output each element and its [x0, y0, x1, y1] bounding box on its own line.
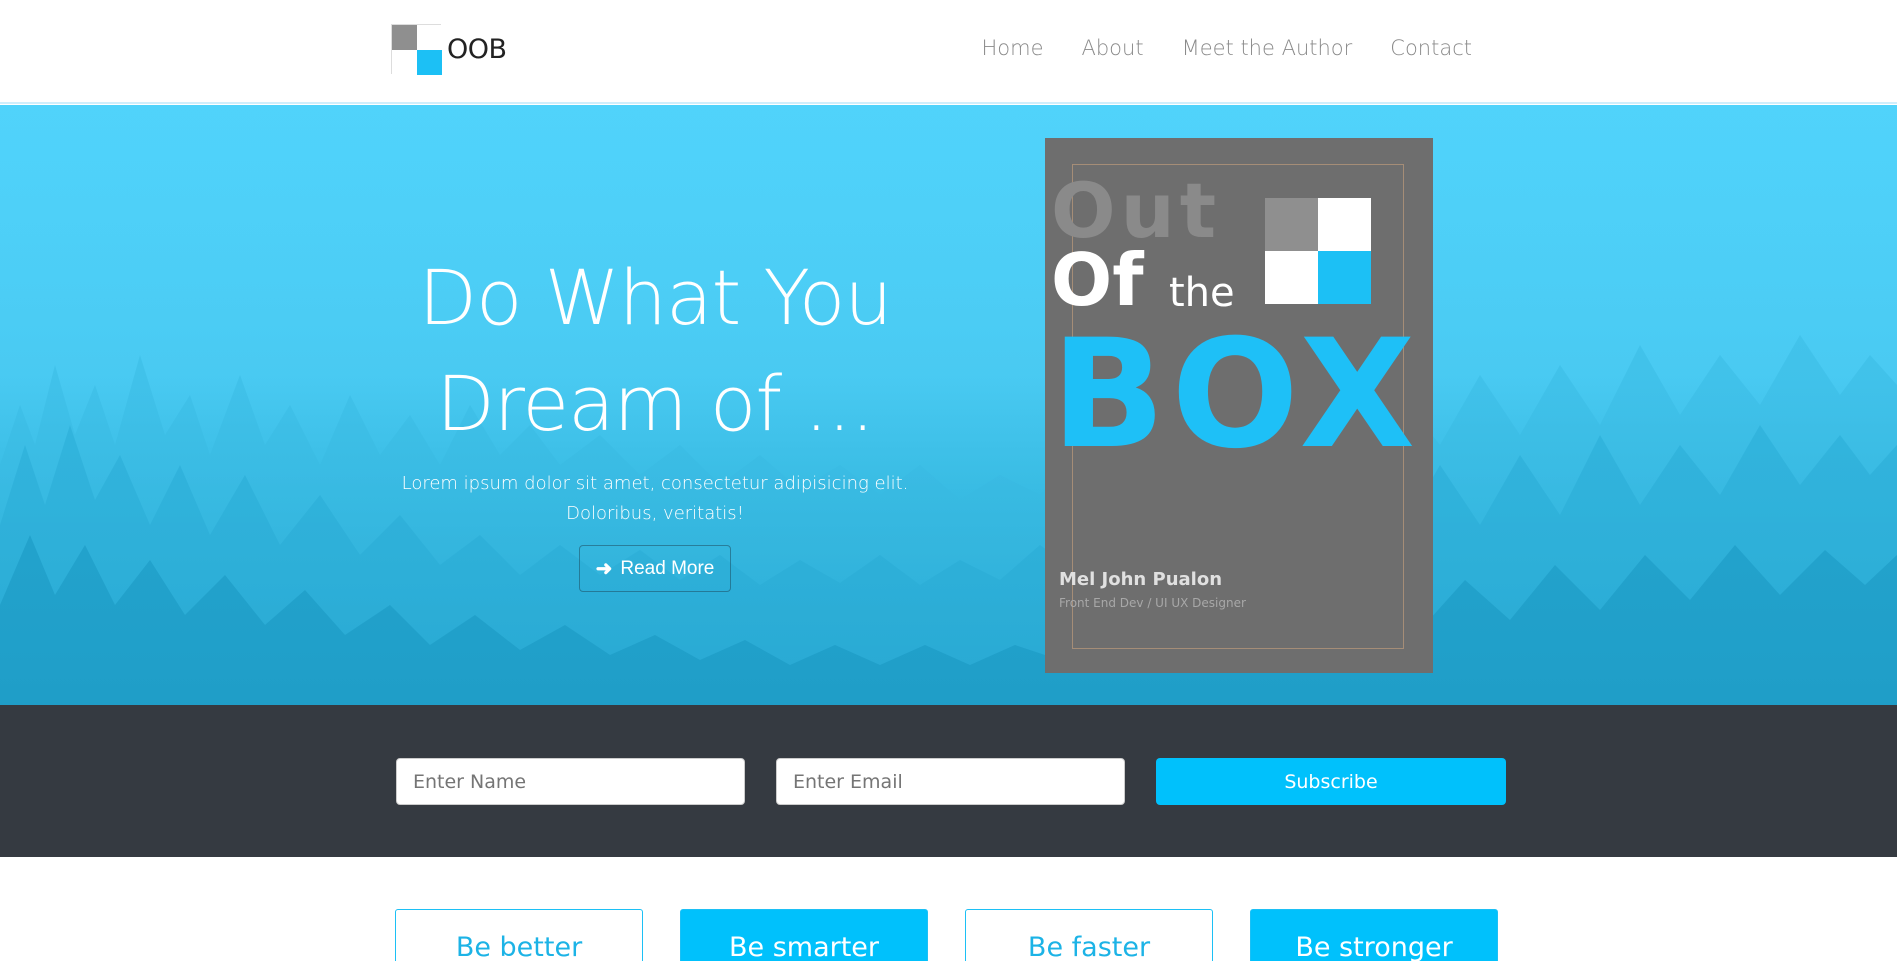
hero-title: Do What You Dream of ... — [370, 245, 940, 457]
book-cover-image: Out Of the BOX Mel John Pualon Front End… — [1045, 138, 1433, 673]
forest-background-image — [0, 105, 1897, 705]
arrow-right-icon: ➜ — [595, 558, 613, 580]
book-title-box: BOX — [1051, 308, 1422, 482]
nav-item-home[interactable]: Home — [981, 36, 1043, 60]
navbar: OOB Home About Meet the Author Contact — [0, 0, 1897, 104]
book-author-role: Front End Dev / UI UX Designer — [1059, 596, 1246, 610]
logo-squares-icon — [391, 24, 442, 75]
read-more-label: Read More — [620, 557, 715, 579]
feature-card-be-smarter[interactable]: Be smarter — [680, 909, 928, 961]
features-section: Be better Be smarter Be faster Be strong… — [0, 857, 1897, 961]
book-author-name: Mel John Pualon — [1059, 569, 1223, 590]
email-input[interactable] — [776, 758, 1125, 805]
book-logo-squares-icon — [1265, 198, 1371, 304]
brand-name: OOB — [447, 33, 507, 65]
nav-item-contact[interactable]: Contact — [1390, 36, 1472, 60]
subscribe-section: Subscribe — [0, 705, 1897, 857]
nav-menu: Home About Meet the Author Contact — [981, 36, 1472, 60]
feature-card-be-faster[interactable]: Be faster — [965, 909, 1213, 961]
feature-card-be-better[interactable]: Be better — [395, 909, 643, 961]
hero-title-line-2: Dream of ... — [436, 359, 875, 448]
subscribe-button[interactable]: Subscribe — [1156, 758, 1506, 805]
nav-item-about[interactable]: About — [1081, 36, 1143, 60]
hero-title-line-1: Do What You — [418, 253, 892, 342]
brand-link[interactable]: OOB — [391, 24, 507, 75]
hero-content: Do What You Dream of ... Lorem ipsum dol… — [370, 245, 940, 592]
name-input[interactable] — [396, 758, 745, 805]
feature-card-be-stronger[interactable]: Be stronger — [1250, 909, 1498, 961]
nav-item-meet-the-author[interactable]: Meet the Author — [1182, 36, 1353, 60]
hero-subtitle: Lorem ipsum dolor sit amet, consectetur … — [401, 473, 909, 524]
read-more-button[interactable]: ➜ Read More — [578, 545, 732, 592]
hero-section: Do What You Dream of ... Lorem ipsum dol… — [0, 105, 1897, 705]
